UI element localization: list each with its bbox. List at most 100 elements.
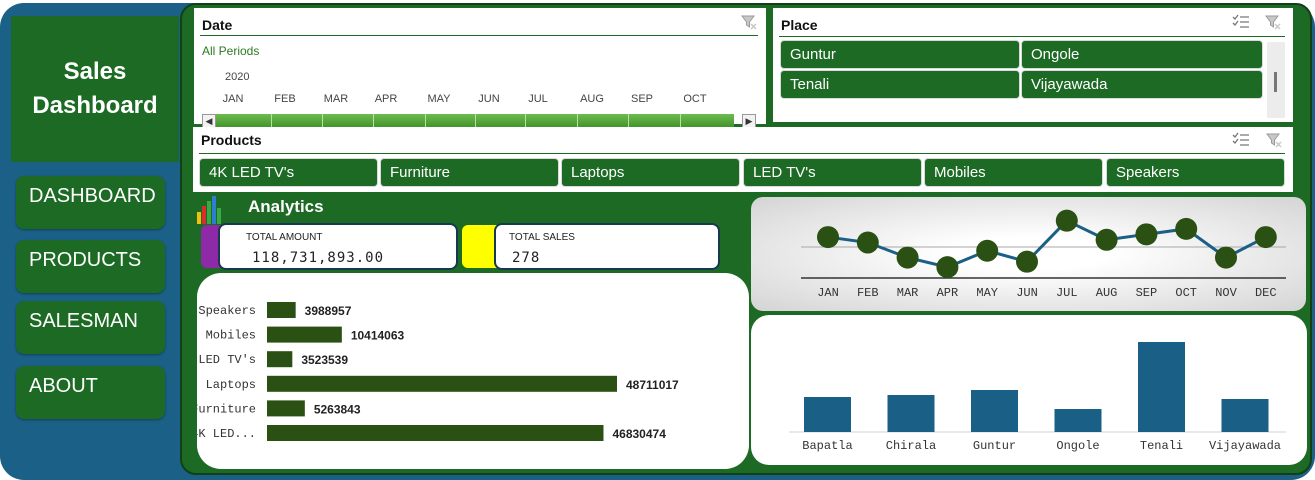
place-item[interactable]: Tenali — [781, 71, 1019, 98]
month-tick-label: AUG — [1096, 286, 1118, 300]
timeline-month[interactable]: OCT — [675, 93, 715, 105]
monthly-point — [817, 226, 839, 249]
clear-filter-icon[interactable] — [1265, 14, 1281, 30]
timeline-month[interactable]: SEP — [622, 93, 662, 105]
place-tick-label: Bapatla — [802, 439, 852, 453]
monthly-point — [936, 256, 959, 279]
product-item[interactable]: Speakers — [1107, 159, 1284, 186]
nav-dashboard-button[interactable]: DASHBOARD — [16, 176, 165, 229]
timeline-month[interactable]: APR — [366, 93, 406, 105]
clear-filter-icon[interactable] — [1266, 132, 1282, 148]
product-item[interactable]: LED TV's — [744, 159, 921, 186]
monthly-point — [1254, 226, 1277, 249]
total-sales-card: TOTAL SALES 278 — [494, 223, 720, 270]
product-sales-chart-card: Speakers 3988957 Mobiles 10414063 LED TV's 35… — [197, 273, 749, 469]
products-slicer-title: Products — [201, 132, 262, 148]
nav-products-button[interactable]: PRODUCTS — [16, 240, 165, 293]
product-bar — [267, 425, 604, 441]
month-tick-label: MAR — [897, 286, 919, 300]
bar-category-label: Speakers — [198, 304, 256, 318]
all-periods-label[interactable]: All Periods — [202, 44, 259, 58]
place-column — [1054, 409, 1102, 432]
month-tick-label: OCT — [1175, 286, 1197, 300]
month-tick-label: FEB — [857, 286, 879, 300]
place-column — [1138, 342, 1185, 432]
product-bar — [267, 351, 293, 368]
clear-filter-icon[interactable] — [741, 14, 757, 30]
nav-salesman-button[interactable]: SALESMAN — [16, 301, 165, 354]
timeline-month[interactable]: FEB — [265, 93, 305, 105]
bar-data-label: 46830474 — [612, 427, 666, 441]
product-item[interactable]: Furniture — [381, 159, 558, 186]
timeline-month[interactable]: JAN — [213, 93, 253, 105]
timeline-month[interactable]: JUN — [469, 93, 509, 105]
dashboard-title: Sales Dashboard — [11, 16, 179, 162]
place-scrollbar[interactable] — [1267, 42, 1285, 118]
total-amount-value: 118,731,893.00 — [252, 250, 385, 266]
timeline-month[interactable]: AUG — [572, 93, 612, 105]
monthly-point — [896, 246, 919, 269]
place-column — [1221, 399, 1269, 432]
nav-about-button[interactable]: ABOUT — [16, 366, 165, 419]
monthly-point — [856, 231, 879, 254]
place-scrollbar-thumb[interactable] — [1274, 72, 1277, 92]
multi-select-icon[interactable] — [1232, 132, 1250, 148]
month-tick-label: MAY — [976, 286, 998, 300]
product-sales-chart: Speakers 3988957 Mobiles 10414063 LED TV's 35… — [197, 302, 679, 441]
timeline-month[interactable]: JUL — [518, 93, 558, 105]
place-tick-label: Chirala — [886, 439, 936, 453]
bar-category-label: Laptops — [206, 378, 256, 392]
analytics-title: Analytics — [248, 197, 324, 216]
place-tick-label: Vijayawada — [1209, 439, 1281, 453]
products-slicer[interactable]: Products 4K LED TV's Furniture Laptops L… — [193, 127, 1293, 192]
dashboard-title-line1: Sales — [63, 58, 127, 85]
place-item[interactable]: Ongole — [1022, 41, 1262, 68]
bar-data-label: 3988957 — [305, 304, 352, 318]
product-item[interactable]: 4K LED TV's — [200, 159, 377, 186]
place-tick-label: Guntur — [973, 439, 1016, 453]
monthly-point — [1215, 246, 1237, 269]
product-bar — [267, 326, 342, 343]
month-tick-label: APR — [937, 286, 959, 300]
month-tick-label: JAN — [817, 286, 839, 300]
monthly-sales-line — [827, 218, 1267, 269]
place-slicer[interactable]: Place Guntur Ongole Tenali Vijayawada — [773, 8, 1293, 122]
place-slicer-divider — [779, 36, 1285, 37]
place-column — [887, 395, 935, 432]
bar-data-label: 10414063 — [351, 329, 405, 343]
month-tick-label: SEP — [1136, 286, 1158, 300]
month-tick-label: JUL — [1056, 286, 1078, 300]
date-slicer-title: Date — [202, 17, 233, 33]
product-bar — [267, 400, 305, 417]
place-tick-label: Tenali — [1140, 439, 1183, 453]
bar-category-label: Mobiles — [206, 329, 256, 343]
monthly-point — [976, 239, 999, 262]
bar-data-label: 3523539 — [301, 353, 348, 367]
product-item[interactable]: Mobiles — [925, 159, 1102, 186]
place-sales-chart-card: Bapatla Chirala Guntur Ongole Tenali Vijayawa… — [751, 315, 1307, 465]
place-item[interactable]: Guntur — [781, 41, 1019, 68]
date-slicer-divider — [200, 35, 758, 36]
monthly-point — [1095, 228, 1118, 251]
timeline-month[interactable]: MAR — [316, 93, 356, 105]
product-item[interactable]: Laptops — [562, 159, 739, 186]
month-tick-label: NOV — [1215, 286, 1237, 300]
bar-data-label: 5263843 — [314, 402, 361, 416]
timeline-month[interactable]: MAY — [419, 93, 459, 105]
monthly-point — [1055, 209, 1078, 232]
place-sales-chart: Bapatla Chirala Guntur Ongole Tenali Vijayawa… — [789, 342, 1286, 453]
place-column — [804, 397, 851, 432]
bar-category-label: 4K LED... — [197, 427, 256, 441]
monthly-point — [1175, 217, 1198, 240]
month-tick-label: DEC — [1255, 286, 1277, 300]
place-item[interactable]: Vijayawada — [1022, 71, 1262, 98]
products-slicer-divider — [199, 153, 1285, 154]
bar-category-label: Furniture — [197, 402, 256, 416]
bar-data-label: 48711017 — [626, 378, 679, 392]
bar-category-label: LED TV's — [198, 353, 256, 367]
multi-select-icon[interactable] — [1232, 14, 1250, 30]
monthly-point — [1016, 250, 1038, 273]
date-slicer[interactable]: Date All Periods 2020 JAN FEB MAR APR MA… — [194, 8, 766, 129]
product-bar — [267, 302, 296, 318]
total-amount-card: TOTAL AMOUNT 118,731,893.00 — [218, 223, 458, 270]
